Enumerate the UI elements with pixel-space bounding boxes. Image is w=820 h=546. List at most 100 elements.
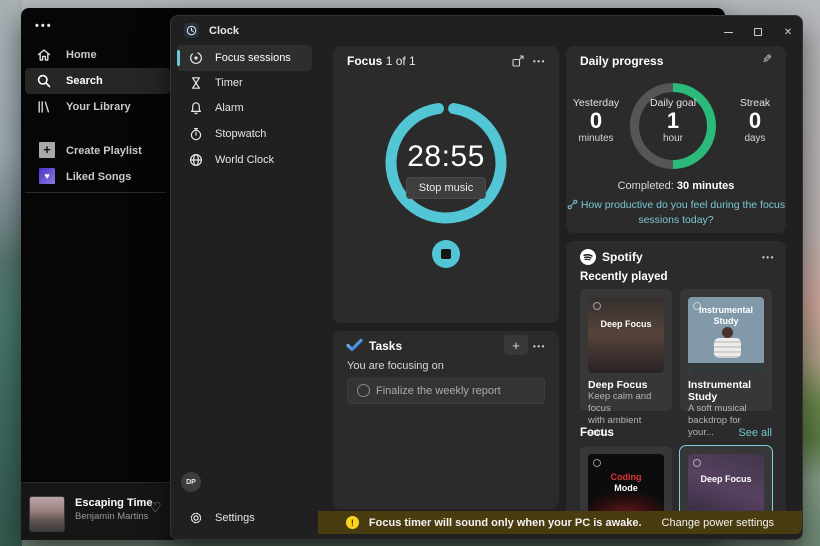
stopwatch-icon xyxy=(188,126,204,142)
completed-line: Completed: 30 minutes xyxy=(566,180,786,192)
stop-music-button[interactable]: Stop music xyxy=(406,177,486,199)
clock-window: ✕ Clock Focus sessions Timer Alarm Stopw… xyxy=(170,15,803,540)
sidebar-label-home: Home xyxy=(66,49,97,61)
daily-progress-title: Daily progress xyxy=(580,54,663,68)
app-title: Clock xyxy=(209,25,239,37)
album-art[interactable] xyxy=(29,496,65,532)
streak-unit: days xyxy=(727,133,783,144)
user-avatar[interactable]: DP xyxy=(181,472,201,492)
daily-goal-unit: hour xyxy=(645,133,701,144)
person-figure xyxy=(722,327,733,338)
spotify-widget-panel: Spotify ••• Recently played Deep Focus D… xyxy=(566,241,786,533)
focus-panel-title: Focus 1 of 1 xyxy=(347,54,416,68)
now-playing-title[interactable]: Escaping Time xyxy=(75,497,152,509)
tasks-panel: Tasks + ••• You are focusing on Finalize… xyxy=(333,331,559,509)
task-checkbox[interactable] xyxy=(357,384,370,397)
card-title: Instrumental Study xyxy=(688,379,764,403)
sidebar-divider xyxy=(25,192,166,193)
focus-time-remaining: 28:55 xyxy=(333,140,559,174)
liked-songs-heart-icon: ♥ xyxy=(39,168,55,184)
completed-value: 30 minutes xyxy=(677,180,734,192)
task-label: Finalize the weekly report xyxy=(376,385,501,397)
sidebar-item-create-playlist[interactable]: + Create Playlist xyxy=(25,141,170,163)
productivity-survey-link[interactable]: How productive do you feel during the fo… xyxy=(566,198,786,228)
focus-count: 1 of 1 xyxy=(386,54,416,68)
minimize-icon xyxy=(724,32,733,33)
recently-played-label: Recently played xyxy=(580,271,668,283)
stop-session-button[interactable] xyxy=(432,240,460,268)
nav-label-settings: Settings xyxy=(215,512,255,524)
card-badge-icon xyxy=(593,302,601,310)
task-item[interactable]: Finalize the weekly report xyxy=(347,378,545,404)
nav-label-alarm: Alarm xyxy=(215,102,244,114)
spotify-menu-ellipsis[interactable]: ••• xyxy=(35,20,53,32)
recent-card-instrumental-study[interactable]: Instrumental Study Instrumental Study A … xyxy=(680,289,772,411)
completed-label: Completed: xyxy=(618,180,674,192)
search-icon xyxy=(36,73,52,89)
edit-goal-icon[interactable]: ✎ xyxy=(762,52,772,66)
maximize-icon xyxy=(754,28,762,36)
close-button[interactable]: ✕ xyxy=(777,24,799,40)
desk-shape xyxy=(688,363,764,373)
see-all-link[interactable]: See all xyxy=(738,427,772,439)
recent-card-deep-focus[interactable]: Deep Focus Deep Focus Keep calm and focu… xyxy=(580,289,672,411)
nav-label-focus-sessions: Focus sessions xyxy=(215,52,291,64)
art-text: Deep Focus xyxy=(688,474,764,485)
nav-item-timer[interactable]: Timer xyxy=(177,70,312,96)
sidebar-label-your-library: Your Library xyxy=(66,101,131,113)
home-icon xyxy=(36,47,52,63)
sidebar-item-home[interactable]: Home xyxy=(25,42,170,68)
warning-icon: ! xyxy=(346,516,359,529)
card-badge-icon xyxy=(593,459,601,467)
focus-more-button[interactable]: ••• xyxy=(533,57,546,66)
todo-check-icon xyxy=(346,338,363,352)
tasks-title: Tasks xyxy=(369,339,402,353)
add-task-button[interactable]: + xyxy=(504,335,528,355)
tasks-more-button[interactable]: ••• xyxy=(533,342,546,351)
survey-link-icon xyxy=(567,199,578,210)
spotify-widget-title: Spotify xyxy=(602,250,643,264)
clock-app-icon xyxy=(184,23,199,38)
card-desc-line1: A soft musical xyxy=(688,403,764,415)
minimize-button[interactable] xyxy=(717,24,739,40)
spotify-logo-icon xyxy=(580,249,596,265)
deep-focus-art: Deep Focus xyxy=(588,297,664,373)
notification-bar: ! Focus timer will sound only when your … xyxy=(318,511,802,534)
nav-item-settings[interactable]: Settings xyxy=(177,505,312,531)
popout-icon[interactable] xyxy=(511,54,525,68)
sidebar-item-liked-songs[interactable]: ♥ Liked Songs xyxy=(25,167,170,189)
desktop-wallpaper-right xyxy=(802,0,820,546)
daily-goal-value: 1 xyxy=(645,109,701,133)
gear-icon xyxy=(188,510,204,526)
library-icon xyxy=(36,99,52,115)
focusing-on-label: You are focusing on xyxy=(347,360,444,372)
art-text: Deep Focus xyxy=(588,319,664,330)
nav-label-timer: Timer xyxy=(215,77,243,89)
art-text-line2: Study xyxy=(688,316,764,327)
focus-session-panel: Focus 1 of 1 ••• 28:55 Stop music xyxy=(333,46,559,323)
nav-item-stopwatch[interactable]: Stopwatch xyxy=(177,121,312,147)
stop-icon xyxy=(441,249,451,259)
nav-item-focus-sessions[interactable]: Focus sessions xyxy=(177,45,312,71)
instrumental-study-art: Instrumental Study xyxy=(688,297,764,373)
change-power-settings-link[interactable]: Change power settings xyxy=(662,517,775,529)
spotify-widget-more-button[interactable]: ••• xyxy=(762,253,775,262)
timer-hourglass-icon xyxy=(188,75,204,91)
sidebar-label-create-playlist: Create Playlist xyxy=(66,145,142,157)
sidebar-item-search[interactable]: Search xyxy=(25,68,170,94)
nav-selection-indicator xyxy=(177,50,180,66)
daily-goal-column: Daily goal 1 hour xyxy=(645,97,701,144)
world-clock-icon xyxy=(188,152,204,168)
nav-item-world-clock[interactable]: World Clock xyxy=(177,147,312,173)
art-text-line1: Coding xyxy=(588,472,664,483)
stop-music-wrap: Stop music xyxy=(333,177,559,199)
focus-section-label: Focus xyxy=(580,427,614,439)
now-playing-artist[interactable]: Benjamin Martins xyxy=(75,511,148,522)
maximize-button[interactable] xyxy=(747,24,769,40)
alarm-bell-icon xyxy=(188,100,204,116)
streak-column: Streak 0 days xyxy=(727,97,783,144)
nav-item-alarm[interactable]: Alarm xyxy=(177,95,312,121)
create-playlist-icon: + xyxy=(39,142,55,158)
heart-icon[interactable]: ♡ xyxy=(149,499,162,516)
sidebar-item-your-library[interactable]: Your Library xyxy=(25,94,170,120)
